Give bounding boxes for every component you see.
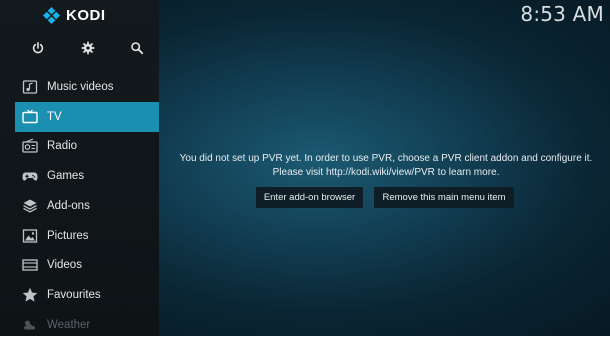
weather-icon <box>22 317 38 333</box>
menu-item-label: Videos <box>47 259 82 272</box>
pictures-icon <box>22 228 38 244</box>
menu-item-videos[interactable]: Videos <box>15 251 159 281</box>
settings-icon[interactable] <box>78 38 98 58</box>
menu-item-weather[interactable]: Weather <box>15 310 159 336</box>
power-icon[interactable] <box>28 38 48 58</box>
radio-icon <box>22 138 38 154</box>
menu-item-pictures[interactable]: Pictures <box>15 221 159 251</box>
clock: 8:53 AM <box>520 2 604 26</box>
menu-item-label: Radio <box>47 140 78 153</box>
pvr-message-line1: You did not set up PVR yet. In order to … <box>179 153 593 164</box>
remove-menu-item-button[interactable]: Remove this main menu item <box>374 187 514 208</box>
menu-item-label: Pictures <box>47 229 89 242</box>
kodi-logo-icon <box>42 6 61 24</box>
menu-item-favourites[interactable]: Favourites <box>15 280 159 310</box>
music-video-icon <box>22 79 38 95</box>
menu-item-label: Games <box>47 170 85 183</box>
kodi-screen: KODI Music videos TV Radio Games Add-ons… <box>0 0 610 336</box>
menu-item-music-videos[interactable]: Music videos <box>15 72 159 102</box>
button-row: Enter add-on browser Remove this main me… <box>0 187 610 208</box>
bottom-border <box>0 336 610 353</box>
search-icon[interactable] <box>127 38 147 58</box>
menu-item-label: Favourites <box>47 289 101 302</box>
menu-item-label: Weather <box>47 318 91 331</box>
pvr-message: You did not set up PVR yet. In order to … <box>166 152 606 180</box>
sidebar: KODI Music videos TV Radio Games Add-ons… <box>0 0 159 336</box>
top-icon-bar <box>0 38 159 58</box>
app-name: KODI <box>66 6 106 24</box>
videos-icon <box>22 257 38 273</box>
tv-icon <box>22 109 38 125</box>
menu-item-tv[interactable]: TV <box>15 101 159 132</box>
star-icon <box>22 287 38 303</box>
menu-item-radio[interactable]: Radio <box>15 132 159 162</box>
pvr-message-line2: Please visit http://kodi.wiki/view/PVR t… <box>272 167 500 178</box>
gamepad-icon <box>22 168 38 184</box>
menu-item-label: TV <box>47 110 62 123</box>
kodi-logo: KODI <box>42 6 106 24</box>
menu-item-label: Music videos <box>47 80 114 93</box>
enter-addon-browser-button[interactable]: Enter add-on browser <box>256 187 363 208</box>
